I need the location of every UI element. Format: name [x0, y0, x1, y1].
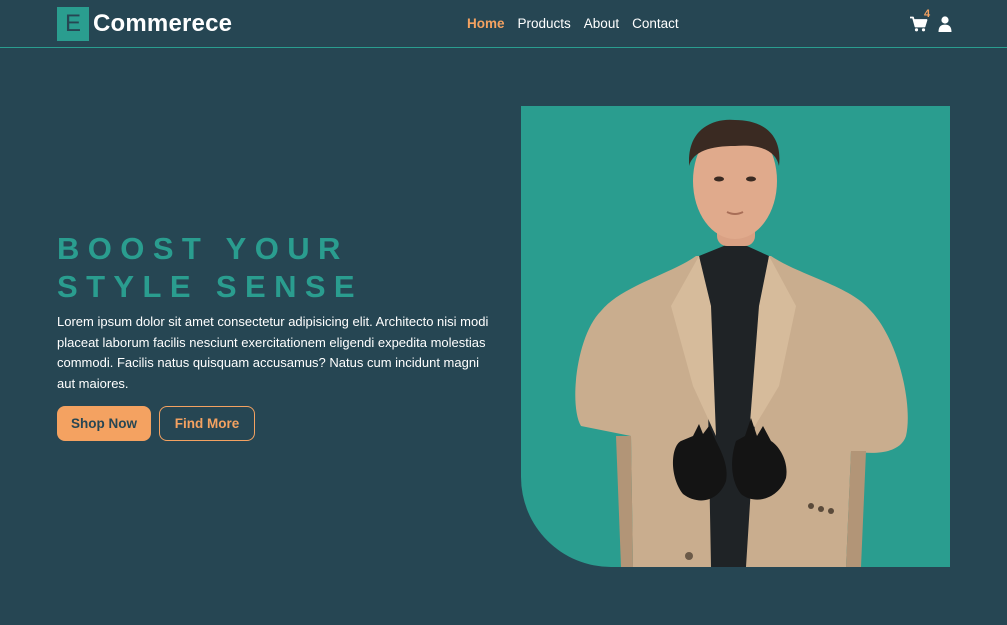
brand-initial: E	[57, 7, 89, 41]
hero-title: BOOST YOUR STYLE SENSE	[57, 231, 364, 304]
brand-logo[interactable]: E Commerece	[57, 7, 232, 41]
find-more-button[interactable]: Find More	[159, 406, 255, 441]
nav-link-products[interactable]: Products	[518, 16, 571, 31]
nav-link-home[interactable]: Home	[467, 16, 505, 31]
cart-count-badge: 4	[924, 8, 931, 20]
hero-description: Lorem ipsum dolor sit amet consectetur a…	[57, 314, 489, 392]
nav-icons: 4	[910, 8, 960, 38]
model-illustration	[575, 119, 908, 567]
nav-link-about[interactable]: About	[584, 16, 619, 31]
navbar: E Commerece Home Products About Contact …	[0, 0, 1007, 48]
nav-link-contact[interactable]: Contact	[632, 16, 679, 31]
brand-name: Commerece	[93, 10, 233, 37]
nav-menu: Home Products About Contact	[467, 16, 692, 31]
shop-now-button[interactable]: Shop Now	[57, 406, 151, 441]
hero-image	[521, 106, 950, 567]
user-icon[interactable]	[938, 16, 952, 32]
